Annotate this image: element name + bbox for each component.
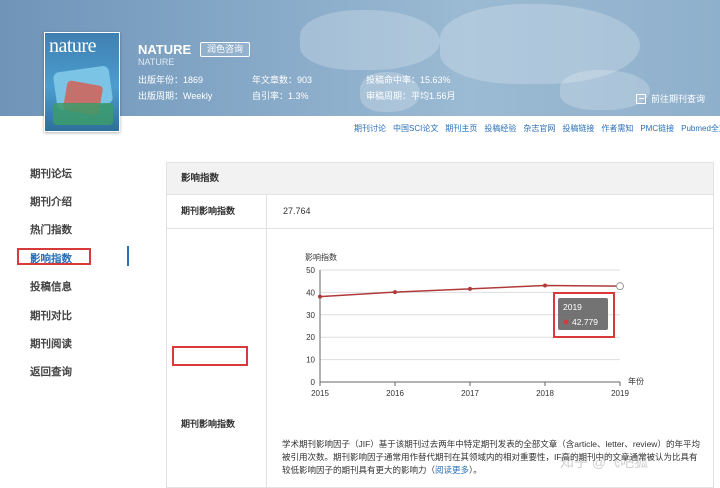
chart-x-axis-label: 年份 xyxy=(628,376,644,386)
highlight-box xyxy=(17,248,91,265)
chart-x-ticks: 2015 2016 2017 2018 2019 xyxy=(311,389,629,398)
goto-journal-search-link[interactable]: 前往期刊查询 xyxy=(636,92,705,105)
polish-consult-button[interactable]: 润色咨询 xyxy=(200,42,251,57)
acceptance-rate: 投稿命中率：15.63% xyxy=(366,75,451,85)
chart-data-point xyxy=(468,286,472,291)
watermark: 知乎 @飞吧狐 xyxy=(560,454,649,470)
sidebar-item-submission-info[interactable]: 投稿信息 xyxy=(30,279,72,294)
review-cycle: 审稿周期：平均1.56月 xyxy=(366,91,456,101)
description-end: ）。 xyxy=(469,465,482,475)
chart-y-tick-label: 10 xyxy=(306,356,315,365)
chart-data-point xyxy=(616,282,624,291)
link-china-sci-papers[interactable]: 中国SCI论文 xyxy=(393,123,438,134)
chart-data-point xyxy=(393,290,397,295)
chart-y-tick-label: 50 xyxy=(306,266,315,275)
chart-x-tick-label: 2017 xyxy=(461,389,479,398)
highlight-box xyxy=(172,346,248,366)
self-citation-rate: 自引率：1.3% xyxy=(252,91,309,101)
link-pubmed-search[interactable]: Pubmed全文检索 xyxy=(681,123,720,134)
founded-year: 出版年份：1869 xyxy=(138,75,204,85)
chart-y-tick-label: 20 xyxy=(306,333,315,342)
active-indicator xyxy=(127,246,129,266)
articles-per-year: 年文章数：903 xyxy=(252,75,313,85)
tooltip-year: 2019 xyxy=(563,302,582,312)
chart-y-axis-label: 影响指数 xyxy=(305,252,337,262)
chart-x-tick-label: 2019 xyxy=(611,389,629,398)
sidebar-item-reading[interactable]: 期刊阅读 xyxy=(30,336,72,351)
tooltip-value: 42.779 xyxy=(572,317,598,327)
chart-y-ticks: 0 10 20 30 40 50 xyxy=(306,266,315,387)
sidebar-item-back-to-search[interactable]: 返回查询 xyxy=(30,364,72,379)
chart-y-tick-label: 40 xyxy=(306,288,315,297)
chart-data-point xyxy=(318,294,322,299)
panel-title: 影响指数 xyxy=(167,163,713,195)
chart-x-tick-label: 2016 xyxy=(386,389,404,398)
chart-tooltip: 2019 42.779 xyxy=(553,292,615,338)
chart-y-tick-label: 30 xyxy=(306,311,315,320)
link-official-site[interactable]: 杂志官网 xyxy=(523,123,555,134)
sidebar-item-intro[interactable]: 期刊介绍 xyxy=(30,194,72,209)
link-author-guide[interactable]: 作者需知 xyxy=(601,123,633,134)
journal-links-bar: 期刊讨论 中国SCI论文 期刊主页 投稿经验 杂志官网 投稿链接 作者需知 PM… xyxy=(354,123,720,134)
chart-x-tick-label: 2015 xyxy=(311,389,329,398)
journal-name: NATURE xyxy=(138,42,192,57)
world-map-shape xyxy=(300,10,440,70)
cover-art xyxy=(53,103,113,125)
journal-subname: NATURE xyxy=(138,57,175,67)
impact-index-chart: 0 10 20 30 40 50 2015 2016 2017 2018 2019 影响指数 年份… xyxy=(305,252,644,398)
link-submission-experience[interactable]: 投稿经验 xyxy=(484,123,516,134)
impact-index-chart-label: 期刊影响指数 xyxy=(181,419,236,429)
chart-series xyxy=(318,282,624,299)
chart-x-tick-label: 2018 xyxy=(536,389,554,398)
chart-data-point xyxy=(543,283,547,288)
impact-index-label: 期刊影响指数 xyxy=(167,195,267,229)
sidebar-item-forum[interactable]: 期刊论坛 xyxy=(30,166,72,181)
journal-cover-image: nature xyxy=(44,32,120,132)
sidebar-item-compare[interactable]: 期刊对比 xyxy=(30,308,72,323)
exit-icon xyxy=(636,93,646,104)
impact-index-value: 27.764 xyxy=(267,195,713,229)
chart-y-tick-label: 0 xyxy=(311,378,316,387)
publication-frequency: 出版周期：Weekly xyxy=(138,91,213,101)
link-submission[interactable]: 投稿链接 xyxy=(562,123,594,134)
link-journal-homepage[interactable]: 期刊主页 xyxy=(445,123,477,134)
link-journal-discussion[interactable]: 期刊讨论 xyxy=(354,123,386,134)
tooltip-series-marker xyxy=(563,319,569,325)
goto-label: 前往期刊查询 xyxy=(651,94,706,104)
link-pmc[interactable]: PMC链接 xyxy=(640,123,674,134)
sidebar-item-hot-index[interactable]: 热门指数 xyxy=(30,222,72,237)
cover-logo: nature xyxy=(49,35,96,57)
read-more-link[interactable]: 阅读更多 xyxy=(435,465,469,475)
